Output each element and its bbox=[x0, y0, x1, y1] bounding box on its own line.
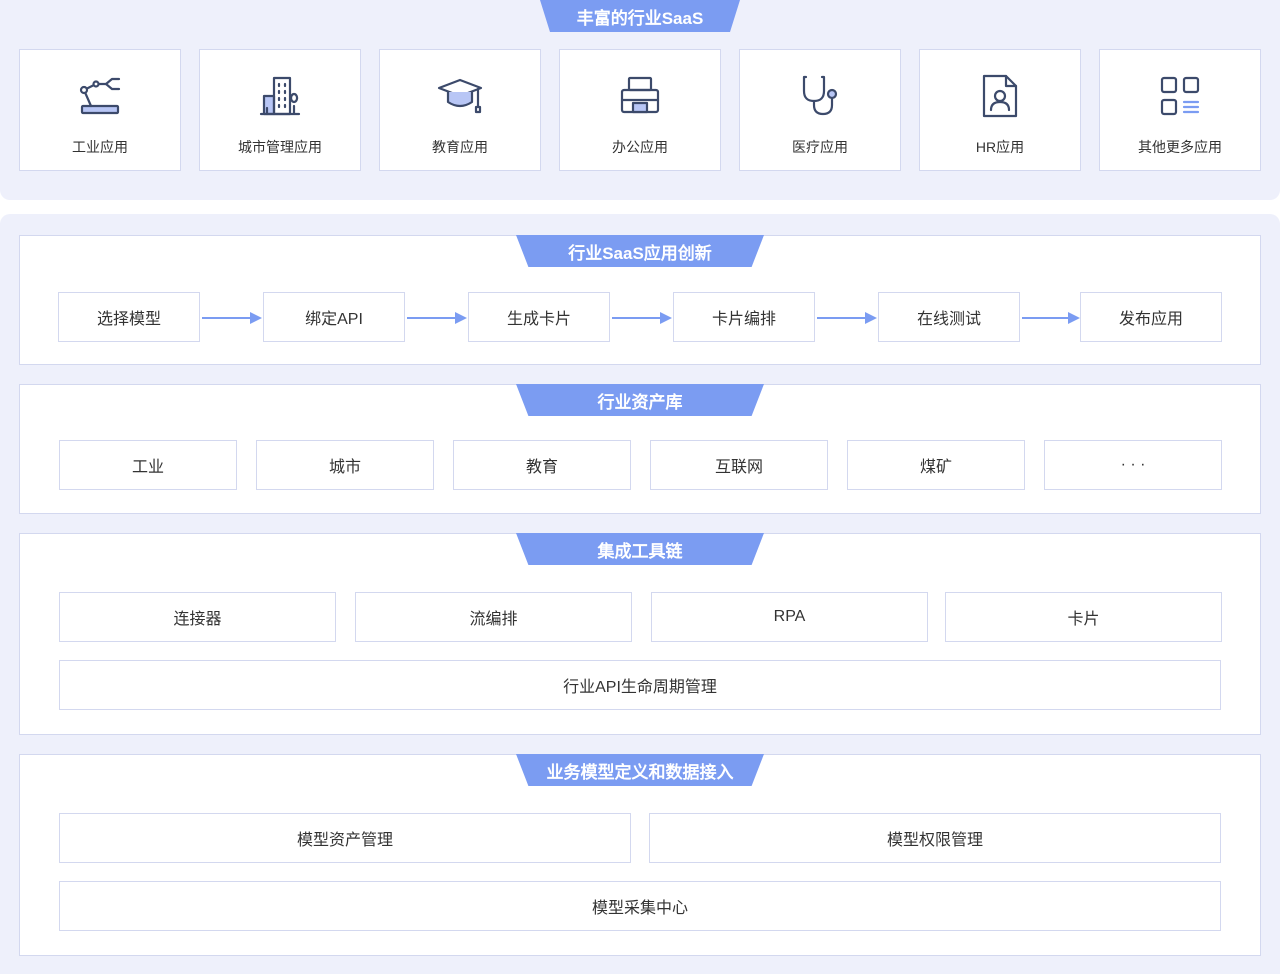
step-select-model[interactable]: 选择模型 bbox=[58, 292, 200, 342]
business-model-title: 业务模型定义和数据接入 bbox=[516, 754, 764, 786]
business-model-section: 业务模型定义和数据接入 模型资产管理 模型权限管理 模型采集中心 bbox=[19, 754, 1261, 956]
industry-assets-section: 行业资产库 工业 城市 教育 互联网 煤矿 · · · bbox=[19, 384, 1261, 514]
arrow-icon bbox=[817, 312, 877, 324]
app-card-medical[interactable]: 医疗应用 bbox=[739, 49, 901, 171]
model-collection-center[interactable]: 模型采集中心 bbox=[59, 881, 1221, 931]
arrow-icon bbox=[407, 312, 467, 324]
user-document-icon bbox=[982, 74, 1018, 118]
asset-internet[interactable]: 互联网 bbox=[650, 440, 828, 490]
app-card-city[interactable]: 城市管理应用 bbox=[199, 49, 361, 171]
app-card-industry[interactable]: 工业应用 bbox=[19, 49, 181, 171]
asset-industry[interactable]: 工业 bbox=[59, 440, 237, 490]
app-card-more[interactable]: 其他更多应用 bbox=[1099, 49, 1261, 171]
asset-education[interactable]: 教育 bbox=[453, 440, 631, 490]
app-card-label: 教育应用 bbox=[432, 139, 488, 155]
building-icon bbox=[259, 76, 301, 116]
arrow-icon bbox=[202, 312, 262, 324]
tool-connector[interactable]: 连接器 bbox=[59, 592, 336, 642]
arrow-icon bbox=[612, 312, 672, 324]
tool-flow-orchestration[interactable]: 流编排 bbox=[355, 592, 632, 642]
app-card-label: 办公应用 bbox=[612, 139, 668, 155]
app-card-label: 其他更多应用 bbox=[1138, 139, 1222, 155]
tool-api-lifecycle[interactable]: 行业API生命周期管理 bbox=[59, 660, 1221, 710]
app-card-label: 城市管理应用 bbox=[238, 139, 322, 155]
step-publish-app[interactable]: 发布应用 bbox=[1080, 292, 1222, 342]
asset-coal-mine[interactable]: 煤矿 bbox=[847, 440, 1025, 490]
stethoscope-icon bbox=[802, 75, 838, 116]
robot-arm-icon bbox=[79, 77, 121, 115]
app-card-label: 医疗应用 bbox=[792, 139, 848, 155]
app-card-office[interactable]: 办公应用 bbox=[559, 49, 721, 171]
saas-apps-panel: 丰富的行业SaaS 工业应用 城市管理应用 教育应用 办公应用 医疗应用 HR应… bbox=[0, 0, 1280, 200]
toolchain-title: 集成工具链 bbox=[516, 533, 764, 565]
tool-card[interactable]: 卡片 bbox=[945, 592, 1222, 642]
asset-more[interactable]: · · · bbox=[1044, 440, 1222, 490]
app-card-education[interactable]: 教育应用 bbox=[379, 49, 541, 171]
app-card-label: 工业应用 bbox=[72, 139, 128, 155]
step-online-test[interactable]: 在线测试 bbox=[878, 292, 1020, 342]
tool-rpa[interactable]: RPA bbox=[651, 592, 928, 642]
step-generate-card[interactable]: 生成卡片 bbox=[468, 292, 610, 342]
model-asset-management[interactable]: 模型资产管理 bbox=[59, 813, 631, 863]
toolchain-section: 集成工具链 连接器 流编排 RPA 卡片 行业API生命周期管理 bbox=[19, 533, 1261, 735]
printer-icon bbox=[620, 76, 660, 114]
step-arrange-card[interactable]: 卡片编排 bbox=[673, 292, 815, 342]
app-card-hr[interactable]: HR应用 bbox=[919, 49, 1081, 171]
arrow-icon bbox=[1022, 312, 1080, 324]
graduation-cap-icon bbox=[437, 78, 483, 114]
app-card-label: HR应用 bbox=[975, 139, 1025, 155]
industry-assets-title: 行业资产库 bbox=[516, 384, 764, 416]
model-permission-management[interactable]: 模型权限管理 bbox=[649, 813, 1221, 863]
saas-innovation-title: 行业SaaS应用创新 bbox=[516, 235, 764, 267]
asset-city[interactable]: 城市 bbox=[256, 440, 434, 490]
step-bind-api[interactable]: 绑定API bbox=[263, 292, 405, 342]
grid-more-icon bbox=[1160, 76, 1200, 116]
saas-apps-title: 丰富的行业SaaS bbox=[540, 0, 740, 32]
saas-innovation-section: 行业SaaS应用创新 选择模型 绑定API 生成卡片 卡片编排 在线测试 发布应… bbox=[19, 235, 1261, 365]
